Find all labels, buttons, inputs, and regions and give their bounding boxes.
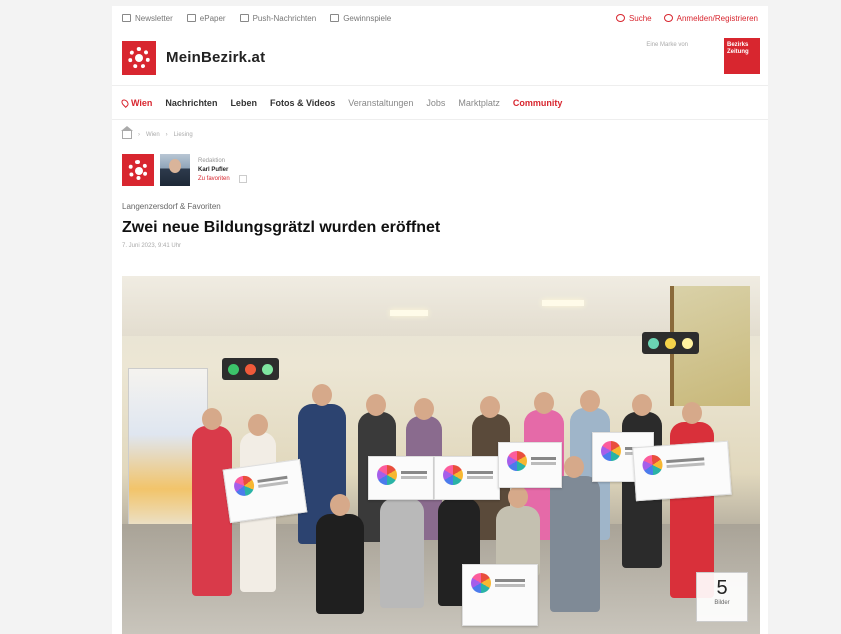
breadcrumb-separator: › [165, 132, 168, 138]
games-link[interactable]: Gewinnspiele [330, 14, 391, 23]
person-head [508, 486, 528, 508]
photo-ceiling [122, 276, 760, 336]
login-link[interactable]: Anmelden/Registrieren [663, 13, 758, 23]
person-head [414, 398, 434, 420]
nav-item-fotos-videos[interactable]: Fotos & Videos [270, 98, 335, 108]
ceiling-lamp [542, 300, 584, 306]
bildungsgraetzl-sign [632, 440, 732, 502]
author-info: Redaktion Karl Pufler Zu favoriten [198, 157, 247, 184]
info-icon[interactable] [238, 175, 247, 183]
nav-item-veranstaltungen[interactable]: Veranstaltungen [348, 98, 413, 108]
gift-icon [330, 14, 340, 22]
person-head [366, 394, 386, 416]
avatar[interactable] [160, 154, 190, 186]
nav-item-community[interactable]: Community [513, 98, 563, 108]
person-head [480, 396, 500, 418]
breadcrumb-separator: › [138, 132, 140, 138]
newsletter-label: Newsletter [135, 13, 173, 23]
light-bulb [245, 363, 256, 375]
bezirkszeitung-badge[interactable]: Bezirks Zeitung [724, 38, 760, 74]
light-bulb [228, 363, 239, 375]
flower-icon [128, 160, 148, 180]
games-label: Gewinnspiele [343, 13, 392, 23]
author-name[interactable]: Karl Pufler [198, 166, 247, 175]
person-head [564, 456, 584, 478]
search-icon [615, 14, 625, 22]
light-bulb [648, 337, 659, 349]
bildungsgraetzl-sign [368, 456, 434, 500]
page: Newsletter ePaper Push-Nachrichten Gewin… [112, 6, 768, 634]
person-head [534, 392, 554, 414]
bildungsgraetzl-sign [222, 458, 308, 524]
newsletter-link[interactable]: Newsletter [122, 14, 173, 23]
nav-location[interactable]: Wien [120, 97, 153, 108]
bildungsgraetzl-sign [434, 456, 500, 500]
epaper-label: ePaper [199, 13, 226, 23]
gallery-counter[interactable]: 5 Bilder [696, 572, 748, 622]
nav-item-jobs[interactable]: Jobs [426, 98, 445, 108]
person-head [682, 402, 702, 424]
author-block: Redaktion Karl Pufler Zu favoriten [112, 150, 768, 190]
person-figure [550, 476, 600, 612]
push-label: Push-Nachrichten [252, 13, 317, 23]
author-role: Redaktion [198, 157, 226, 164]
person-head [330, 494, 350, 516]
gallery-label: Bilder [714, 600, 730, 606]
mail-icon [122, 14, 131, 22]
light-bulb [682, 337, 693, 349]
brand-logo[interactable] [122, 40, 156, 75]
breadcrumb-item[interactable]: Wien [146, 132, 160, 138]
user-icon [663, 14, 673, 22]
article-photo[interactable]: 5 Bilder [122, 276, 760, 634]
push-link[interactable]: Push-Nachrichten [239, 13, 317, 23]
nav-item-nachrichten[interactable]: Nachrichten [165, 98, 217, 108]
main-nav: Wien Nachrichten Leben Fotos & Videos Ve… [112, 86, 768, 120]
article-category[interactable]: Langenzersdorf & Favoriten [112, 202, 768, 211]
light-bulb [262, 363, 273, 375]
logo-header: MeinBezirk.at Eine Marke von Bezirks Zei… [112, 30, 768, 86]
login-label: Anmelden/Registrieren [676, 13, 758, 23]
stage-lights [642, 332, 699, 354]
location-pin-icon [120, 97, 130, 108]
person-figure [380, 498, 424, 608]
home-icon[interactable] [121, 126, 133, 139]
partner-text: Eine Marke von [646, 42, 688, 48]
breadcrumb: › Wien › Liesing [112, 120, 768, 150]
flower-icon [128, 46, 150, 69]
person-head [580, 390, 600, 412]
person-figure [316, 514, 364, 614]
article-headline: Zwei neue Bildungsgrätzl wurden eröffnet [122, 219, 441, 236]
follow-label: Zu favoriten [198, 175, 230, 182]
nav-location-label: Wien [131, 97, 153, 108]
nav-item-marktplatz[interactable]: Marktplatz [458, 98, 500, 108]
author-publisher-logo[interactable] [122, 154, 154, 186]
brand-name[interactable]: MeinBezirk.at [166, 49, 265, 66]
bell-icon [239, 14, 249, 22]
newspaper-icon [186, 14, 196, 22]
follow-button[interactable]: Zu favoriten [198, 175, 247, 184]
article-date: 7. Juni 2023, 9:41 Uhr [122, 243, 182, 249]
bildungsgraetzl-sign [498, 442, 562, 488]
epaper-link[interactable]: ePaper [186, 13, 226, 23]
bildungsgraetzl-sign [462, 564, 538, 626]
nav-item-leben[interactable]: Leben [230, 98, 257, 108]
utility-bar: Newsletter ePaper Push-Nachrichten Gewin… [112, 6, 768, 30]
breadcrumb-item[interactable]: Liesing [174, 132, 193, 138]
search-label: Suche [628, 13, 652, 23]
person-head [632, 394, 652, 416]
ceiling-lamp [390, 310, 428, 316]
person-head [202, 408, 222, 430]
gallery-count: 5 [716, 577, 728, 599]
person-figure [192, 426, 232, 596]
person-head [312, 384, 332, 406]
search-link[interactable]: Suche [615, 13, 652, 23]
person-head [248, 414, 268, 436]
stage-lights [222, 358, 279, 380]
light-bulb [665, 337, 676, 349]
